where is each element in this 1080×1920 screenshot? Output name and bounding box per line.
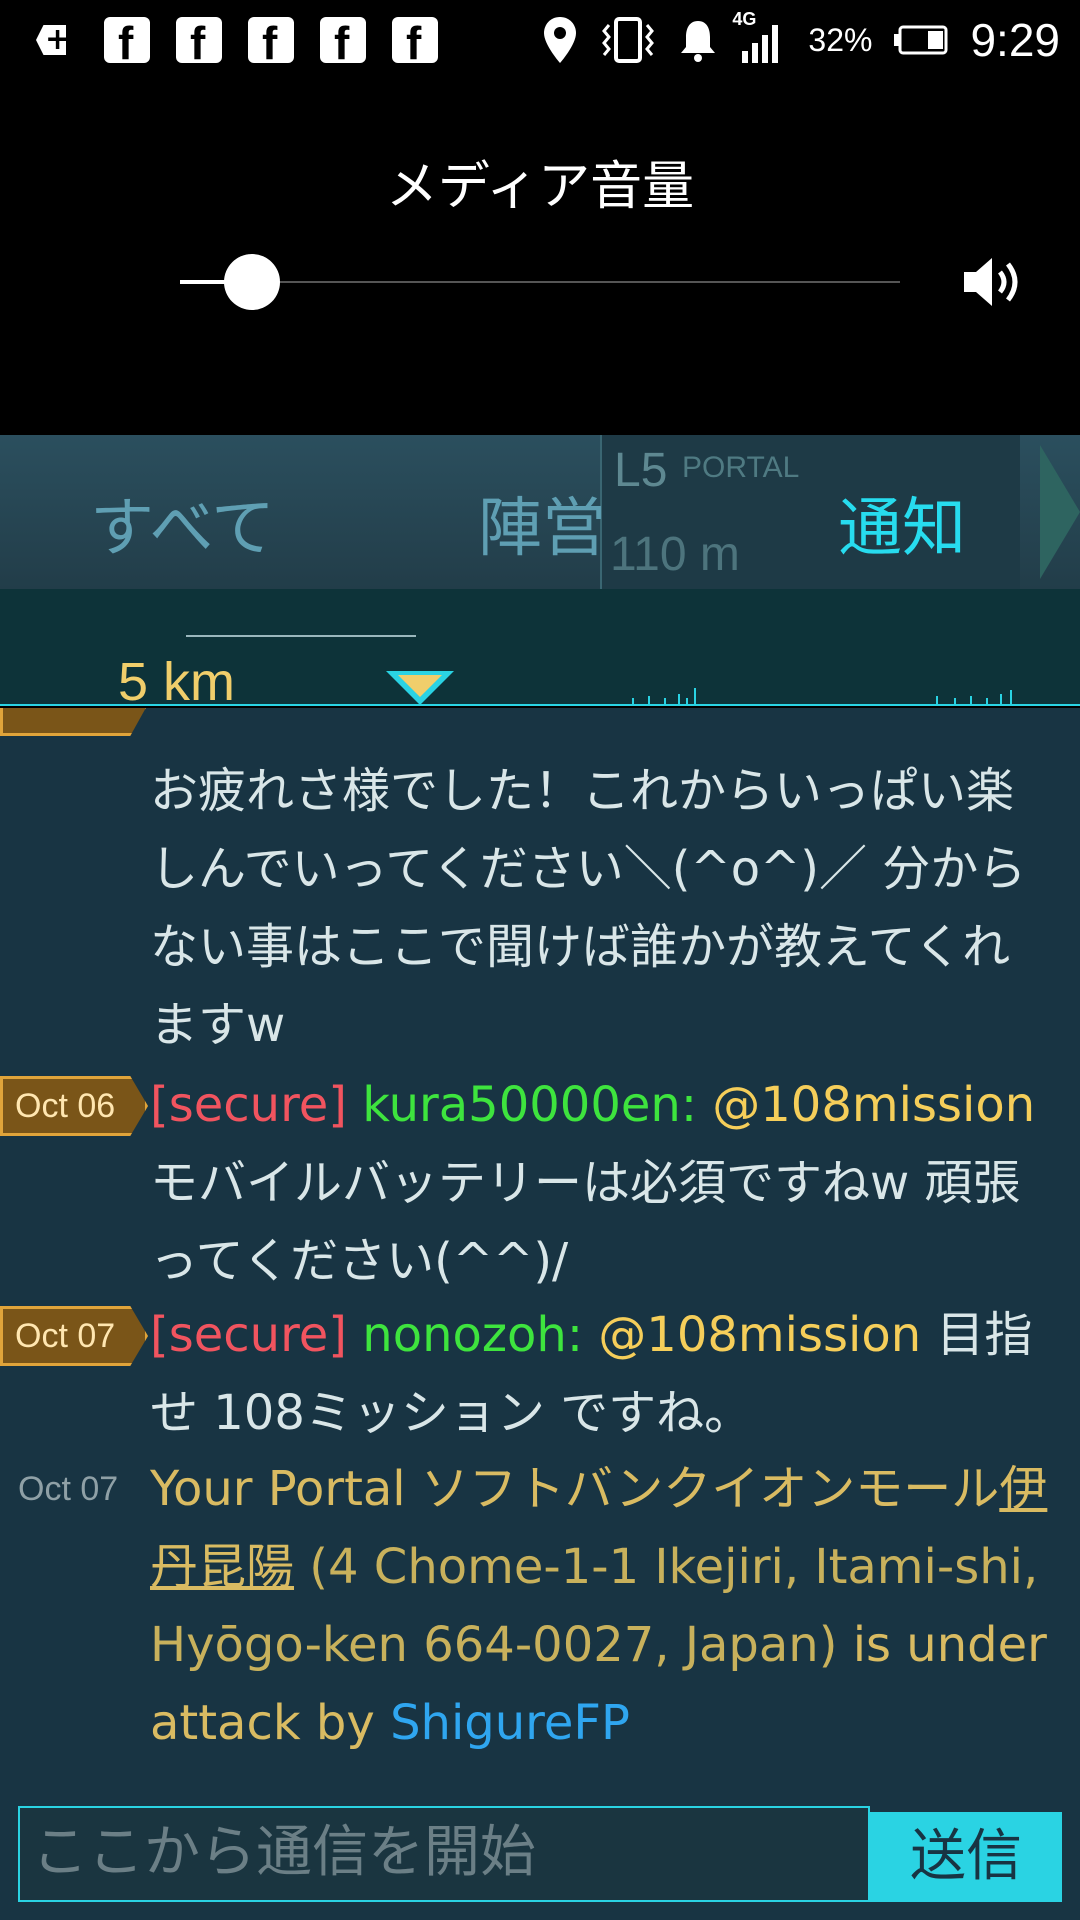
location-icon <box>544 17 577 63</box>
agent-name[interactable]: nonozoh: <box>362 1307 583 1363</box>
date-badge: Oct 07 <box>0 1306 148 1366</box>
date-badge: Oct 06 <box>0 1076 148 1136</box>
agent-name[interactable]: kura50000en: <box>362 1077 697 1133</box>
media-volume-panel: メディア音量 <box>0 80 1080 435</box>
message-body: [secure] kura50000en: @108mission モバイルバッ… <box>150 1066 1050 1300</box>
facebook-icon: f <box>248 17 294 63</box>
facebook-icon: f <box>392 17 438 63</box>
bell-icon <box>681 21 716 62</box>
volume-slider-thumb[interactable] <box>224 254 280 310</box>
volume-title: メディア音量 <box>385 157 695 217</box>
secure-tag: [secure] <box>150 1307 348 1363</box>
send-button[interactable]: 送信 <box>870 1812 1062 1902</box>
mention[interactable]: @108mission <box>712 1077 1035 1133</box>
comm-tabs: L5 PORTAL 110 m すべて 陣営 通知 <box>0 435 1080 589</box>
battery-percent: 32% <box>808 21 873 58</box>
message-body: [secure] nonozoh: @108mission 目指せ 108ミッシ… <box>150 1296 1050 1452</box>
status-bar: + f f f f f 4G 32% 9:29 <box>0 0 1080 80</box>
notification-icons: + f f f f f <box>30 12 464 68</box>
message-date: Oct 07 <box>18 1470 119 1508</box>
portal-level: L5 <box>614 444 668 497</box>
battery-icon <box>894 25 948 55</box>
facebook-icon: f <box>176 17 222 63</box>
message-text: モバイルバッテリーは必須ですねw 頑張ってください(^^)/ <box>150 1155 1021 1289</box>
message-text: お疲れさ様でした！これからいっぱい楽しんでいってください＼(^o^)／ 分からな… <box>150 763 1027 1053</box>
arrow-right-icon <box>1040 445 1080 579</box>
range-marker-icon[interactable] <box>384 669 456 707</box>
message-body: Your Portal ソフトバンクイオンモール伊丹昆陽 (4 Chome-1-… <box>150 1450 1050 1762</box>
facebook-icon: f <box>320 17 366 63</box>
range-ticks <box>620 680 1020 704</box>
portal-label: PORTAL <box>682 451 800 484</box>
volume-slider[interactable] <box>180 254 900 310</box>
tab-all[interactable]: すべて <box>90 477 275 569</box>
range-line <box>186 635 416 637</box>
mention[interactable]: @108mission <box>598 1307 921 1363</box>
add-icon: + <box>30 22 72 57</box>
input-bar: ここから通信を開始 送信 <box>0 1802 1080 1920</box>
range-label: 5 km <box>118 652 236 712</box>
message-input[interactable]: ここから通信を開始 <box>18 1806 870 1902</box>
system-icons: 4G 32% 9:29 <box>542 9 1060 70</box>
facebook-icon: f <box>104 17 150 63</box>
tab-faction[interactable]: 陣営 <box>478 477 606 569</box>
alert-prefix: Your Portal <box>150 1461 406 1517</box>
clock: 9:29 <box>970 14 1060 66</box>
speaker-icon[interactable] <box>962 256 1026 308</box>
portal-distance: 110 m <box>610 528 740 581</box>
vibrate-icon <box>602 17 655 63</box>
secure-tag: [secure] <box>150 1077 348 1133</box>
date-badge <box>0 708 148 736</box>
range-bar[interactable]: 5 km <box>0 589 1080 712</box>
attacker-name[interactable]: ShigureFP <box>390 1695 630 1751</box>
chat-log[interactable]: お疲れさ様でした！これからいっぱい楽しんでいってください＼(^o^)／ 分からな… <box>0 708 1080 1802</box>
signal-icon: 4G <box>732 9 786 65</box>
tab-alerts[interactable]: 通知 <box>838 477 966 569</box>
